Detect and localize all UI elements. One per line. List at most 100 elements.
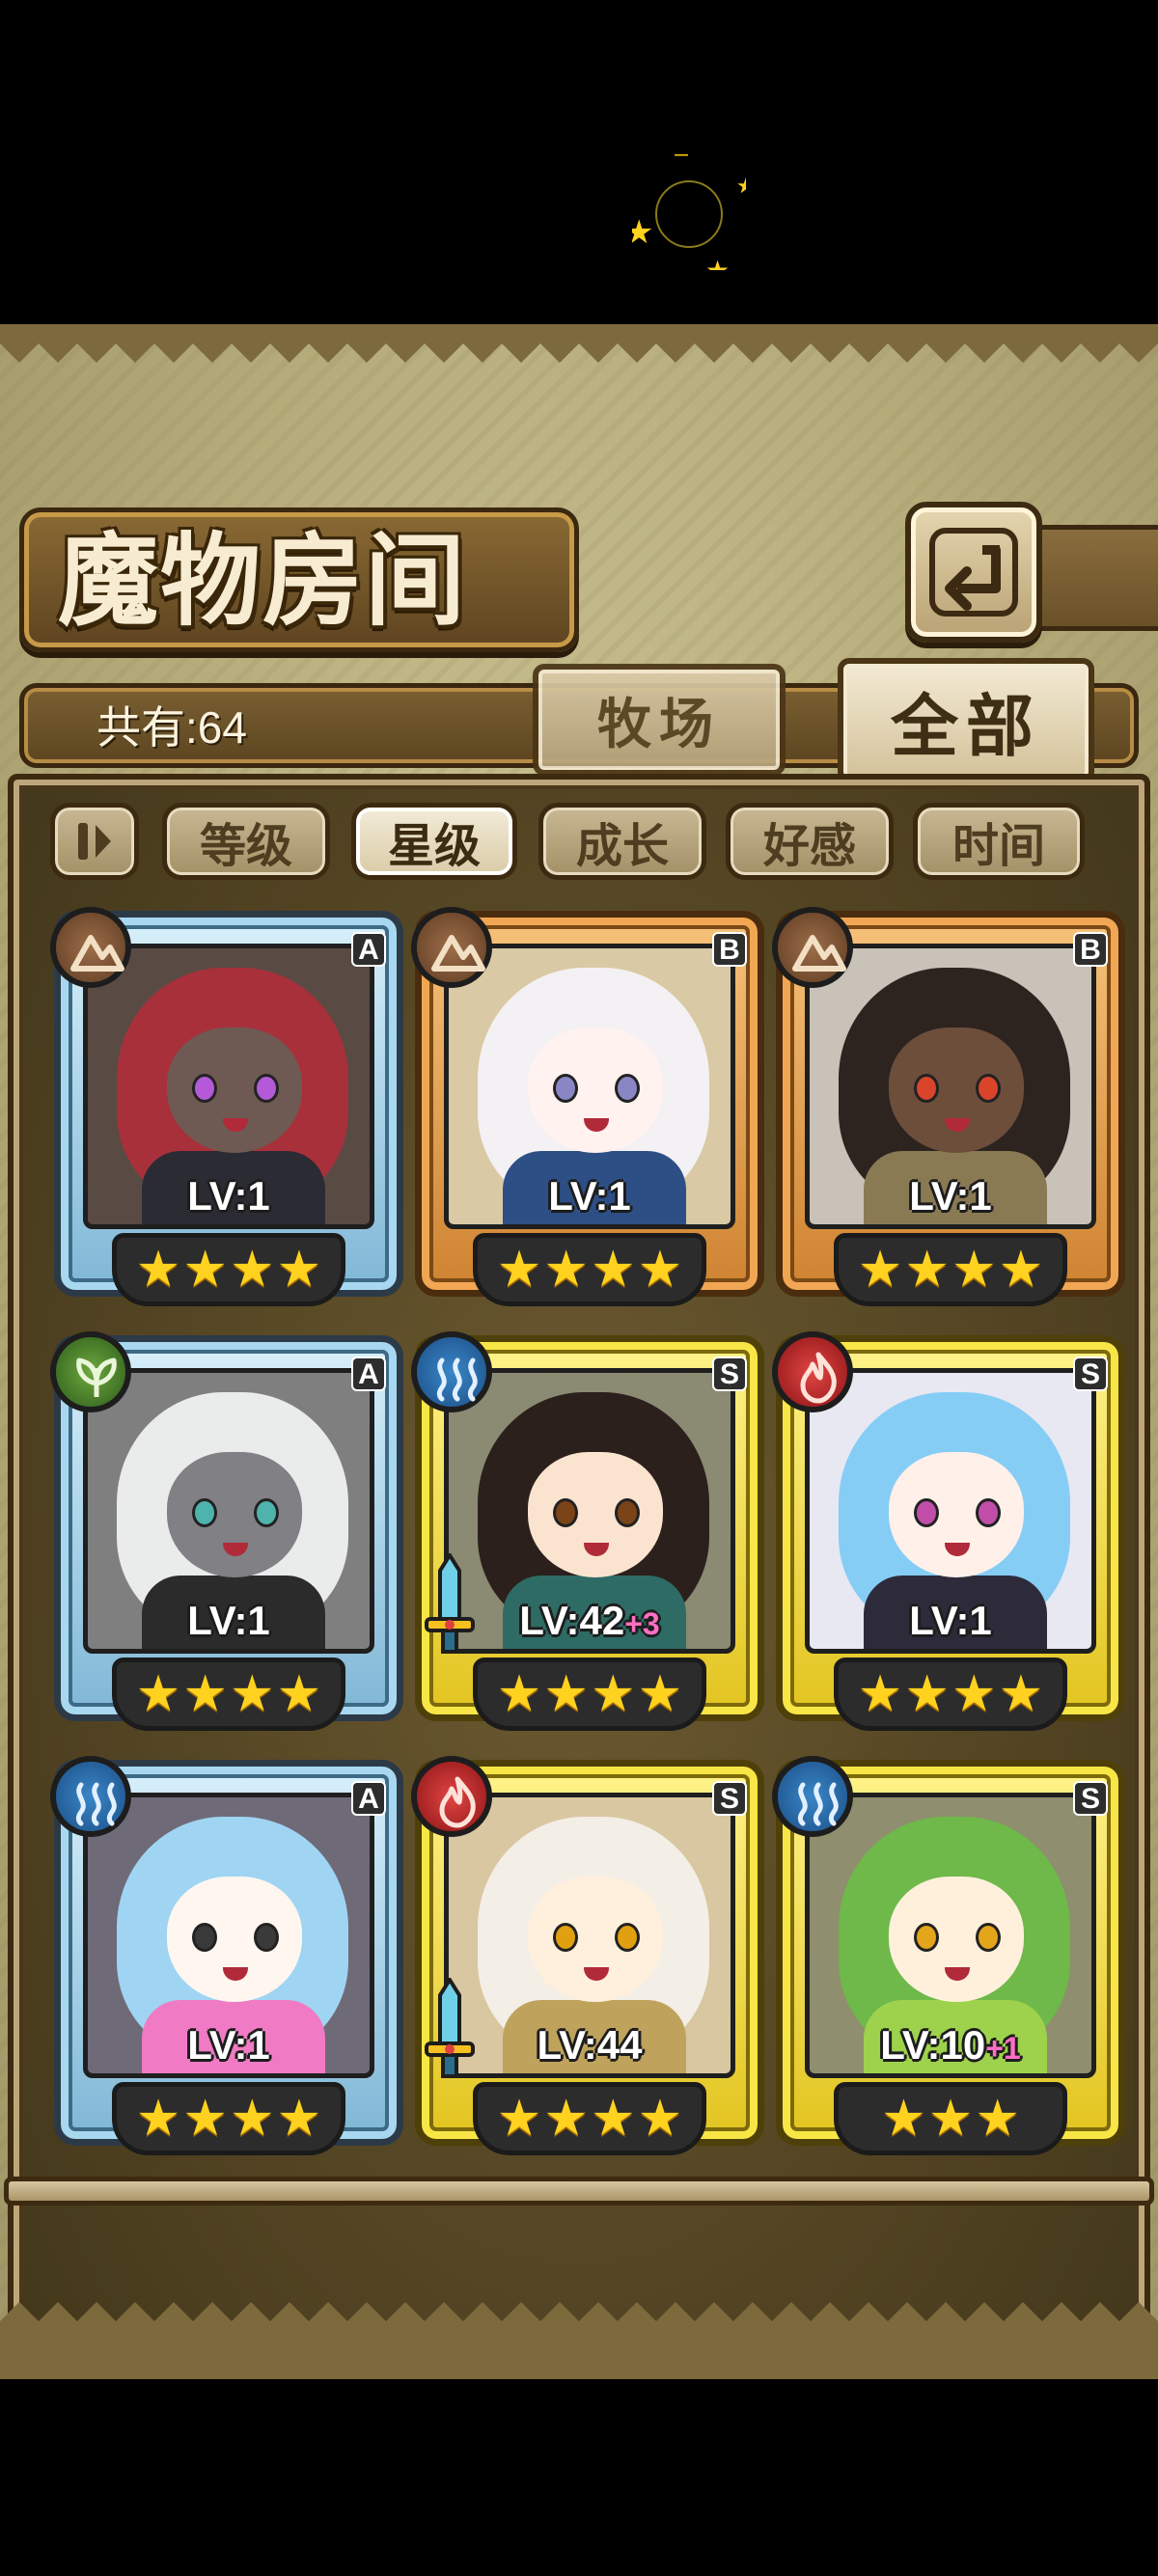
star-icon: ★ xyxy=(591,1241,636,1299)
rank-badge: A xyxy=(351,932,386,967)
star-icon: ★ xyxy=(591,1665,636,1723)
star-icon: ★ xyxy=(904,1665,950,1723)
water-element-icon xyxy=(772,1756,853,1837)
monster-level: LV:1 xyxy=(54,2018,403,2072)
monster-level: LV:42+3 xyxy=(415,1594,764,1648)
star-icon: ★ xyxy=(927,2090,974,2148)
level-text: LV:1 xyxy=(909,1598,992,1643)
star-icon: ★ xyxy=(637,1665,683,1723)
sort-by-level-label: 等级 xyxy=(199,819,292,873)
level-text: LV:1 xyxy=(187,1173,270,1219)
rank-badge: A xyxy=(351,1357,386,1391)
star-icon: ★ xyxy=(276,1665,322,1723)
fire-element-icon xyxy=(411,1756,492,1837)
star-icon: ★ xyxy=(135,1665,181,1723)
sort-by-stars[interactable]: 星级 xyxy=(351,803,517,880)
level-text: LV:42 xyxy=(519,1598,625,1643)
monster-level: LV:1 xyxy=(415,1169,764,1223)
panel-bottom-rail xyxy=(4,2177,1154,2206)
sort-by-time-label: 时间 xyxy=(951,819,1045,873)
star-rating: ★ ★ ★ xyxy=(834,2082,1067,2155)
star-rating: ★ ★ ★ ★ xyxy=(112,1233,345,1306)
star-icon: ★ xyxy=(998,1241,1044,1299)
tab-all-label: 全部 xyxy=(891,685,1041,766)
star-icon: ★ xyxy=(230,1241,275,1299)
star-icon: ★ xyxy=(904,1241,950,1299)
star-icon: ★ xyxy=(998,1665,1044,1723)
monster-card[interactable]: S LV:10+1 ★ ★ ★ xyxy=(772,1756,1125,2165)
back-button[interactable] xyxy=(905,502,1042,643)
monster-card[interactable]: S LV:1 ★ ★ ★ ★ xyxy=(772,1331,1125,1740)
earth-element-icon xyxy=(411,907,492,988)
top-letterbox: ★ ★ ★ ★ xyxy=(0,0,1158,324)
loading-spinner-icon: ★ ★ ★ ★ xyxy=(632,154,746,270)
sort-by-affection[interactable]: 好感 xyxy=(726,803,894,880)
tab-ranch[interactable]: 牧场 xyxy=(533,664,786,776)
level-bonus: +1 xyxy=(985,2031,1021,2066)
star-icon: ★ xyxy=(951,1665,997,1723)
rank-badge: S xyxy=(712,1357,747,1391)
star-rating: ★ ★ ★ ★ xyxy=(473,1233,706,1306)
plant-element-icon xyxy=(50,1331,131,1412)
sort-by-time[interactable]: 时间 xyxy=(913,803,1085,880)
star-icon: ★ xyxy=(857,1241,903,1299)
monster-card[interactable]: A LV:1 ★ ★ ★ ★ xyxy=(50,1756,403,2165)
monster-level: LV:1 xyxy=(776,1594,1125,1648)
sort-by-growth[interactable]: 成长 xyxy=(538,803,706,880)
monster-level: LV:1 xyxy=(54,1169,403,1223)
star-icon: ★ xyxy=(543,2090,589,2148)
sort-order-toggle[interactable] xyxy=(50,803,139,880)
sort-by-growth-label: 成长 xyxy=(575,819,669,873)
rank-badge: B xyxy=(712,932,747,967)
monster-card[interactable]: S LV:42+3 ★ ★ ★ ★ xyxy=(411,1331,764,1740)
monster-level: LV:44 xyxy=(415,2018,764,2072)
water-element-icon xyxy=(50,1756,131,1837)
star-icon: ★ xyxy=(135,1241,181,1299)
page-title: 魔物房间 xyxy=(58,521,468,640)
star-icon: ★ xyxy=(135,2090,181,2148)
tab-all[interactable]: 全部 xyxy=(838,658,1094,783)
star-icon: ★ xyxy=(182,1241,228,1299)
monster-card[interactable]: B LV:1 ★ ★ ★ ★ xyxy=(411,907,764,1316)
back-arrow-icon xyxy=(929,528,1018,617)
level-text: LV:1 xyxy=(909,1173,992,1219)
level-bonus: +3 xyxy=(624,1606,660,1641)
water-element-icon xyxy=(411,1331,492,1412)
svg-text:★: ★ xyxy=(632,213,653,252)
monster-card[interactable]: A LV:1 ★ ★ ★ ★ xyxy=(50,1331,403,1740)
monster-card[interactable]: B LV:1 ★ ★ ★ ★ xyxy=(772,907,1125,1316)
star-icon: ★ xyxy=(975,2090,1020,2148)
sort-order-icon xyxy=(78,823,111,860)
star-rating: ★ ★ ★ ★ xyxy=(834,1233,1067,1306)
sort-by-stars-label: 星级 xyxy=(387,819,481,873)
fire-element-icon xyxy=(772,1331,853,1412)
star-icon: ★ xyxy=(637,2090,683,2148)
rank-badge: A xyxy=(351,1781,386,1816)
zigzag-border-bottom xyxy=(0,2302,1158,2379)
level-text: LV:1 xyxy=(187,2022,270,2068)
level-text: LV:1 xyxy=(187,1598,270,1643)
rank-badge: B xyxy=(1073,932,1108,967)
star-icon: ★ xyxy=(543,1665,589,1723)
star-icon: ★ xyxy=(230,2090,275,2148)
earth-element-icon xyxy=(50,907,131,988)
star-icon: ★ xyxy=(543,1241,589,1299)
total-count: 共有:64 xyxy=(96,702,247,753)
monster-level: LV:1 xyxy=(776,1169,1125,1223)
star-rating: ★ ★ ★ ★ xyxy=(112,2082,345,2155)
monster-card[interactable]: A LV:1 ★ ★ ★ ★ xyxy=(50,907,403,1316)
star-icon: ★ xyxy=(857,1665,903,1723)
star-icon: ★ xyxy=(496,1241,542,1299)
sort-by-level[interactable]: 等级 xyxy=(162,803,330,880)
rank-badge: S xyxy=(1073,1781,1108,1816)
star-icon: ★ xyxy=(496,2090,542,2148)
monster-level: LV:1 xyxy=(54,1594,403,1648)
star-icon: ★ xyxy=(182,2090,228,2148)
svg-text:★: ★ xyxy=(736,175,746,199)
monster-room-screen: 魔物房间 共有:64 牧场 全部 等级 星级 成长 好感 时间 A LV:1 ★ ★ ★… xyxy=(0,324,1158,2379)
star-icon: ★ xyxy=(276,1241,322,1299)
star-icon: ★ xyxy=(276,2090,322,2148)
level-text: LV:1 xyxy=(548,1173,631,1219)
monster-card[interactable]: S LV:44 ★ ★ ★ ★ xyxy=(411,1756,764,2165)
zigzag-border-top xyxy=(0,324,1158,363)
